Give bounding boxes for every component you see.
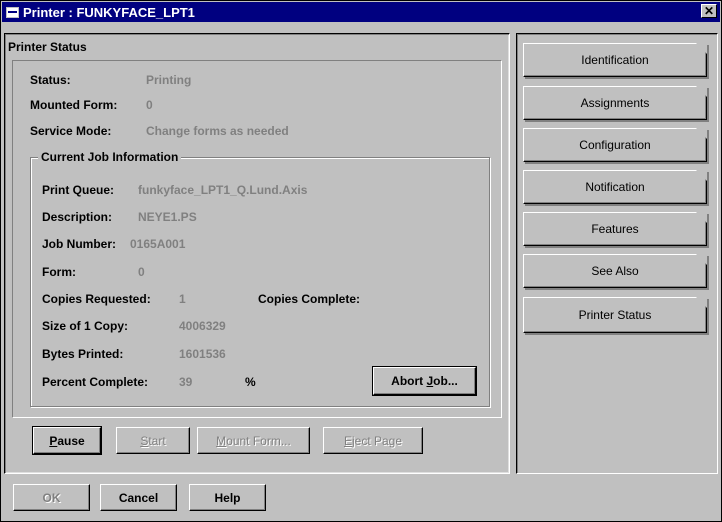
ok-label: OK [42,490,61,505]
percent-complete-value: 39 [179,375,193,389]
tab-printer-status-label: Printer Status [578,308,652,322]
tab-printer-status[interactable]: Printer Status [523,297,707,333]
mount-form-label: Mount Form... [216,433,291,448]
abort-job-label: Abort Job... [391,374,458,388]
tab-assignments-label: Assignments [580,96,650,110]
eject-page-label: Eject Page [343,433,403,448]
mounted-form-label: Mounted Form: [30,98,118,112]
print-queue-value: funkyface_LPT1_Q.Lund.Axis [138,183,308,197]
tab-assignments[interactable]: Assignments [523,86,707,120]
pause-button[interactable]: Pause [32,426,102,455]
panel-title: Printer Status [8,40,87,54]
form-value: 0 [138,265,145,279]
size-value: 4006329 [179,319,226,333]
mounted-form-value: 0 [146,98,153,112]
cancel-button[interactable]: Cancel [100,484,177,511]
close-button[interactable]: ✕ [701,4,717,18]
print-queue-label: Print Queue: [42,183,115,197]
copies-requested-label: Copies Requested: [42,292,151,306]
bytes-printed-label: Bytes Printed: [42,347,124,361]
window-title: Printer : FUNKYFACE_LPT1 [23,4,195,20]
copies-requested-value: 1 [179,292,186,306]
description-value: NEYE1.PS [138,210,197,224]
form-label: Form: [42,265,76,279]
tab-notification[interactable]: Notification [523,170,707,204]
tab-configuration-label: Configuration [579,138,651,152]
window-menu-icon[interactable] [6,6,19,18]
tab-identification-label: Identification [581,53,649,67]
status-value: Printing [146,73,192,87]
abort-job-button[interactable]: Abort Job... [372,366,477,396]
copies-complete-label: Copies Complete: [258,292,361,306]
tab-configuration[interactable]: Configuration [523,128,707,162]
tab-see-also[interactable]: See Also [523,254,707,288]
start-button[interactable]: Start [116,427,190,454]
cancel-label: Cancel [118,490,159,505]
pause-label: Pause [49,433,85,448]
tab-identification[interactable]: Identification [523,43,707,77]
status-label: Status: [30,73,71,87]
help-button[interactable]: Help [189,484,266,511]
description-label: Description: [42,210,113,224]
help-label: Help [214,490,241,505]
tab-notification-label: Notification [585,180,645,194]
start-label: Start [140,433,166,448]
service-mode-value: Change forms as needed [146,124,289,138]
ok-button[interactable]: OK [13,484,90,511]
job-number-label: Job Number: [42,237,117,251]
service-mode-label: Service Mode: [30,124,112,138]
percent-unit: % [245,375,256,389]
eject-page-button[interactable]: Eject Page [323,427,423,454]
tab-see-also-label: See Also [591,264,639,278]
percent-complete-label: Percent Complete: [42,375,149,389]
title-bar[interactable]: Printer : FUNKYFACE_LPT1 ✕ [2,2,720,22]
mount-form-button[interactable]: Mount Form... [197,427,310,454]
current-job-group-title: Current Job Information [38,150,182,164]
job-number-value: 0165A001 [130,237,186,251]
size-label: Size of 1 Copy: [42,319,129,333]
bytes-printed-value: 1601536 [179,347,226,361]
tab-features[interactable]: Features [523,212,707,246]
tab-features-label: Features [591,222,639,236]
